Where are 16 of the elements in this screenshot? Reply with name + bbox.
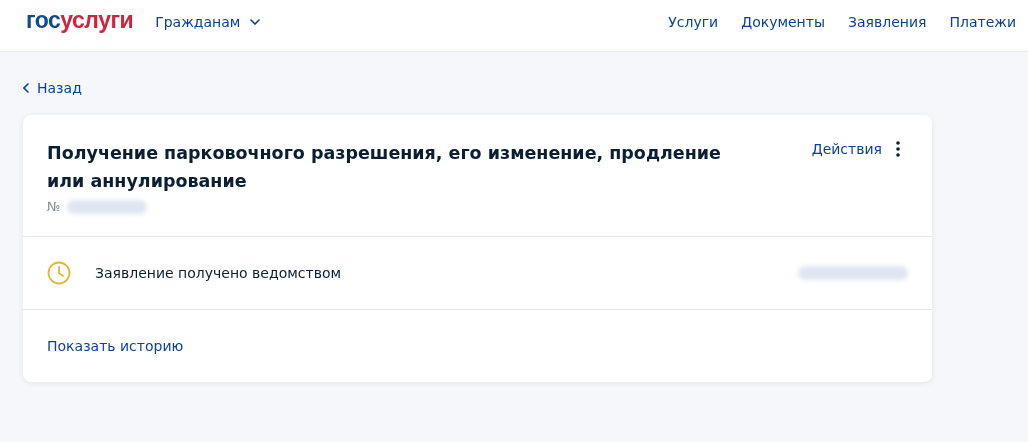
show-history-link[interactable]: Показать историю [47,338,184,354]
number-label: № [47,199,61,214]
application-title: Получение парковочного разрешения, его изменение, продление или аннулирование [47,142,722,193]
nav-link[interactable]: Заявления [848,13,927,30]
chevron-left-icon [23,83,29,93]
chevron-down-icon [250,18,261,25]
audience-menu[interactable]: Гражданам [155,13,261,30]
nav-link[interactable]: Платежи [949,13,1016,30]
status-text: Заявление получено ведомством [95,265,342,281]
nav-link[interactable]: Документы [741,13,825,30]
more-icon [896,141,900,157]
clock-icon [47,261,71,285]
logo[interactable]: госуслуги [26,7,134,34]
actions-button[interactable]: Действия [811,139,900,159]
nav-link[interactable]: Услуги [668,13,719,30]
back-link[interactable]: Назад [23,80,82,96]
